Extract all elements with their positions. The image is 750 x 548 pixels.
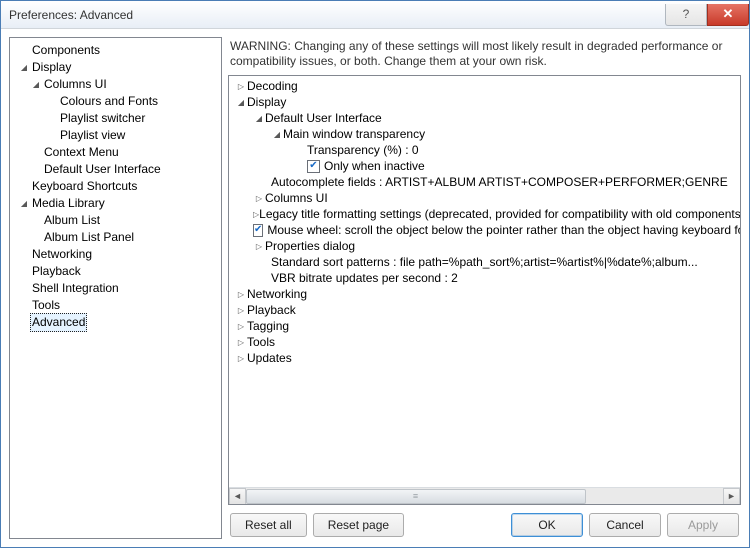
scroll-track[interactable]: ≡ [246, 488, 723, 505]
nav-item-playlist-switcher[interactable]: Playlist switcher [12, 110, 219, 127]
close-icon: ✕ [723, 6, 734, 22]
tree-item-playback[interactable]: Playback [229, 302, 740, 318]
settings-tree[interactable]: Decoding Display Default User Interface … [229, 76, 740, 487]
nav-item-context-menu[interactable]: Context Menu [12, 144, 219, 161]
chevron-right-icon[interactable] [235, 334, 247, 351]
chevron-down-icon[interactable] [30, 76, 42, 93]
chevron-right-icon[interactable] [253, 190, 265, 207]
tree-item-updates[interactable]: Updates [229, 350, 740, 366]
nav-item-colours-fonts[interactable]: Colours and Fonts [12, 93, 219, 110]
tree-item-only-when-inactive[interactable]: Only when inactive [229, 158, 740, 174]
tree-item-autocomplete[interactable]: Autocomplete fields : ARTIST+ALBUM ARTIS… [229, 174, 740, 190]
nav-item-tools[interactable]: Tools [12, 297, 219, 314]
main-panel: WARNING: Changing any of these settings … [228, 37, 741, 539]
checkbox-mouse-wheel[interactable] [253, 224, 263, 237]
scroll-right-icon[interactable]: ► [723, 488, 740, 505]
reset-page-button[interactable]: Reset page [313, 513, 404, 537]
tree-item-display[interactable]: Display [229, 94, 740, 110]
nav-item-playlist-view[interactable]: Playlist view [12, 127, 219, 144]
nav-item-album-list[interactable]: Album List [12, 212, 219, 229]
chevron-right-icon[interactable] [235, 318, 247, 335]
chevron-right-icon[interactable] [235, 78, 247, 95]
chevron-right-icon[interactable] [235, 302, 247, 319]
nav-item-keyboard-shortcuts[interactable]: Keyboard Shortcuts [12, 178, 219, 195]
help-button[interactable]: ? [665, 4, 707, 26]
reset-all-button[interactable]: Reset all [230, 513, 307, 537]
tree-item-default-ui[interactable]: Default User Interface [229, 110, 740, 126]
nav-item-columns-ui[interactable]: Columns UI [12, 76, 219, 93]
tree-item-sort-patterns[interactable]: Standard sort patterns : file path=%path… [229, 254, 740, 270]
ok-button[interactable]: OK [511, 513, 583, 537]
nav-tree[interactable]: Components Display Columns UI Colours an… [9, 37, 222, 539]
tree-item-main-window-transparency[interactable]: Main window transparency [229, 126, 740, 142]
chevron-down-icon[interactable] [235, 94, 247, 111]
cancel-button[interactable]: Cancel [589, 513, 661, 537]
tree-item-decoding[interactable]: Decoding [229, 78, 740, 94]
nav-item-default-ui[interactable]: Default User Interface [12, 161, 219, 178]
titlebar[interactable]: Preferences: Advanced ? ✕ [1, 1, 749, 29]
tree-item-tagging[interactable]: Tagging [229, 318, 740, 334]
scroll-left-icon[interactable]: ◄ [229, 488, 246, 505]
nav-item-media-library[interactable]: Media Library [12, 195, 219, 212]
chevron-down-icon[interactable] [253, 110, 265, 127]
chevron-down-icon[interactable] [271, 126, 283, 143]
apply-button[interactable]: Apply [667, 513, 739, 537]
nav-item-shell-integration[interactable]: Shell Integration [12, 280, 219, 297]
nav-item-networking[interactable]: Networking [12, 246, 219, 263]
scroll-thumb[interactable]: ≡ [246, 489, 586, 504]
settings-tree-panel: Decoding Display Default User Interface … [228, 75, 741, 505]
horizontal-scrollbar[interactable]: ◄ ≡ ► [229, 487, 740, 504]
checkbox-only-when-inactive[interactable] [307, 160, 320, 173]
chevron-right-icon[interactable] [235, 286, 247, 303]
window-title: Preferences: Advanced [1, 8, 133, 22]
chevron-right-icon[interactable] [253, 238, 265, 255]
tree-item-legacy[interactable]: Legacy title formatting settings (deprec… [229, 206, 740, 222]
tree-item-columns-ui[interactable]: Columns UI [229, 190, 740, 206]
chevron-down-icon[interactable] [18, 59, 30, 76]
button-row: Reset all Reset page OK Cancel Apply [228, 505, 741, 539]
preferences-window: Preferences: Advanced ? ✕ Components Dis… [0, 0, 750, 548]
tree-item-transparency[interactable]: Transparency (%) : 0 [229, 142, 740, 158]
tree-item-mouse-wheel[interactable]: Mouse wheel: scroll the object below the… [229, 222, 740, 238]
tree-item-properties-dialog[interactable]: Properties dialog [229, 238, 740, 254]
content-area: Components Display Columns UI Colours an… [1, 29, 749, 547]
tree-item-networking[interactable]: Networking [229, 286, 740, 302]
tree-item-vbr[interactable]: VBR bitrate updates per second : 2 [229, 270, 740, 286]
chevron-right-icon[interactable] [235, 350, 247, 367]
warning-text: WARNING: Changing any of these settings … [228, 37, 741, 75]
close-button[interactable]: ✕ [707, 4, 749, 26]
nav-item-playback[interactable]: Playback [12, 263, 219, 280]
nav-item-components[interactable]: Components [12, 42, 219, 59]
nav-item-display[interactable]: Display [12, 59, 219, 76]
nav-item-album-list-panel[interactable]: Album List Panel [12, 229, 219, 246]
nav-item-advanced[interactable]: Advanced [12, 314, 219, 331]
tree-item-tools[interactable]: Tools [229, 334, 740, 350]
chevron-down-icon[interactable] [18, 195, 30, 212]
